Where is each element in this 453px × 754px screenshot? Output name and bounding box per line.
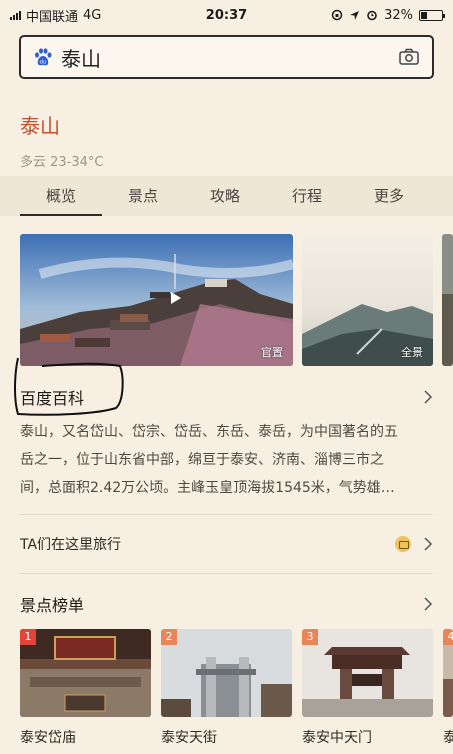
alarm-icon — [367, 10, 377, 21]
search-input[interactable]: 泰山 — [61, 43, 398, 72]
tab-bar: 概览 景点 攻略 行程 更多 — [0, 176, 453, 216]
rank-badge: 2 — [161, 629, 177, 645]
clock: 20:37 — [205, 7, 248, 23]
battery-percent: 32% — [384, 7, 413, 23]
status-right: 32% — [331, 7, 445, 23]
spot-name[interactable]: 泰安天街 — [161, 727, 217, 747]
spot-photo — [302, 629, 433, 717]
next-photo — [442, 234, 453, 366]
status-left: 中国联通 4G — [10, 6, 101, 25]
title-block: 泰山 多云 23-34°C — [20, 110, 104, 170]
baike-header[interactable]: 百度百科 — [20, 383, 433, 411]
ranking-title: 景点榜单 — [20, 596, 85, 615]
baike-line: 泰山，又名岱山、岱宗、岱岳、东岳、泰岳，为中国著名的五 — [20, 424, 398, 440]
baike-line: 间，总面积2.42万公顷。主峰玉皇顶海拔1545米，气势雄… — [20, 480, 395, 496]
baike-title: 百度百科 — [20, 389, 85, 408]
ranking-header[interactable]: 景点榜单 — [20, 590, 433, 618]
weather-info: 多云 23-34°C — [20, 155, 104, 170]
chevron-right-icon[interactable] — [423, 537, 433, 551]
baidu-paw-icon: du — [35, 48, 52, 66]
envelope-icon — [395, 536, 411, 552]
tab-attractions[interactable]: 景点 — [102, 176, 184, 216]
spot-name[interactable]: 泰 — [443, 727, 453, 747]
network-type: 4G — [83, 7, 102, 23]
travel-right — [395, 536, 433, 552]
search-bar[interactable]: du 泰山 — [19, 35, 434, 79]
play-icon[interactable] — [170, 291, 182, 305]
divider — [20, 514, 433, 515]
photo-next[interactable] — [442, 234, 453, 366]
rank-badge: 1 — [20, 629, 36, 645]
svg-text:du: du — [40, 60, 47, 66]
signal-icon — [10, 10, 21, 20]
spot-card-1[interactable]: 1 — [20, 629, 151, 717]
rotation-lock-icon — [331, 9, 343, 21]
status-bar: 中国联通 4G 20:37 32% — [0, 0, 453, 30]
spot-name[interactable]: 泰安岱庙 — [20, 727, 76, 747]
carrier-name: 中国联通 — [26, 9, 79, 25]
tab-overview[interactable]: 概览 — [20, 176, 102, 216]
photo-tag-panorama: 全景 — [401, 346, 423, 359]
camera-icon[interactable] — [398, 47, 420, 67]
mountain-photo — [20, 234, 293, 366]
travel-label: TA们在这里旅行 — [20, 537, 122, 553]
rank-badge: 3 — [302, 629, 318, 645]
spot-name[interactable]: 泰安中天门 — [302, 727, 372, 747]
photo-tag-official: 官置 — [261, 346, 283, 359]
tab-more[interactable]: 更多 — [348, 176, 430, 216]
spot-card-2[interactable]: 2 — [161, 629, 292, 717]
photo-panorama[interactable]: 全景 — [302, 234, 433, 366]
chevron-right-icon[interactable] — [423, 390, 433, 404]
battery-level — [421, 11, 428, 19]
travel-row[interactable]: TA们在这里旅行 — [20, 530, 433, 558]
spot-card-4[interactable]: 4 — [443, 629, 453, 717]
tab-itinerary[interactable]: 行程 — [266, 176, 348, 216]
baike-description[interactable]: 泰山，又名岱山、岱宗、岱岳、东岳、泰岳，为中国著名的五 岳之一，位于山东省中部，… — [20, 418, 433, 502]
divider — [20, 573, 433, 574]
photo-main[interactable]: 官置 — [20, 234, 293, 366]
rank-badge: 4 — [443, 629, 453, 645]
chevron-right-icon[interactable] — [423, 597, 433, 611]
spot-photo — [161, 629, 292, 717]
location-icon — [350, 10, 360, 20]
battery-icon — [419, 9, 445, 21]
tab-guides[interactable]: 攻略 — [184, 176, 266, 216]
spot-card-3[interactable]: 3 — [302, 629, 433, 717]
spot-photo — [20, 629, 151, 717]
baike-line: 岳之一，位于山东省中部，绵亘于泰安、济南、淄博三市之 — [20, 452, 384, 468]
page-title: 泰山 — [20, 114, 60, 138]
